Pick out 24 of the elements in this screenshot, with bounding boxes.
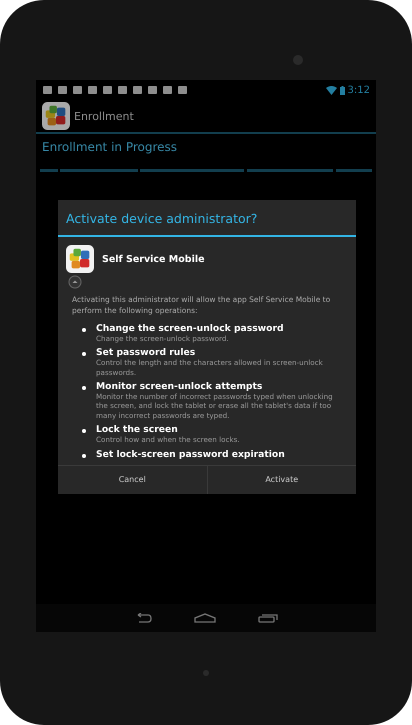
permission-title: Set password rules [96, 347, 196, 358]
home-icon[interactable] [194, 613, 216, 623]
app-name: Self Service Mobile [102, 254, 205, 264]
permission-title: Set lock-screen password expiration [96, 448, 285, 460]
permission-title: Change the screen-unlock password [96, 323, 284, 334]
app-logo-icon [66, 245, 94, 273]
status-time: 3:12 [348, 84, 370, 96]
bullet-icon [82, 454, 86, 458]
bullet-icon [82, 429, 86, 434]
bullet-icon [82, 352, 86, 356]
bullet-icon [82, 328, 86, 332]
battery-icon [340, 86, 345, 94]
cancel-button[interactable]: Cancel [58, 466, 206, 494]
wifi-icon [326, 86, 337, 94]
permission-title: Lock the screen [96, 424, 179, 436]
expand-icon[interactable] [68, 275, 82, 289]
permission-title: Monitor screen-unlock attempts [96, 381, 264, 392]
app-logo-icon [42, 102, 70, 130]
bullet-icon [82, 386, 86, 390]
action-bar-title: Enrollment [74, 110, 134, 122]
recent-apps-icon[interactable] [258, 613, 278, 623]
page-heading: Enrollment in Progress [41, 139, 178, 156]
dialog-title: Activate device administrator? [58, 200, 356, 237]
activate-button[interactable]: Activate [206, 466, 356, 494]
